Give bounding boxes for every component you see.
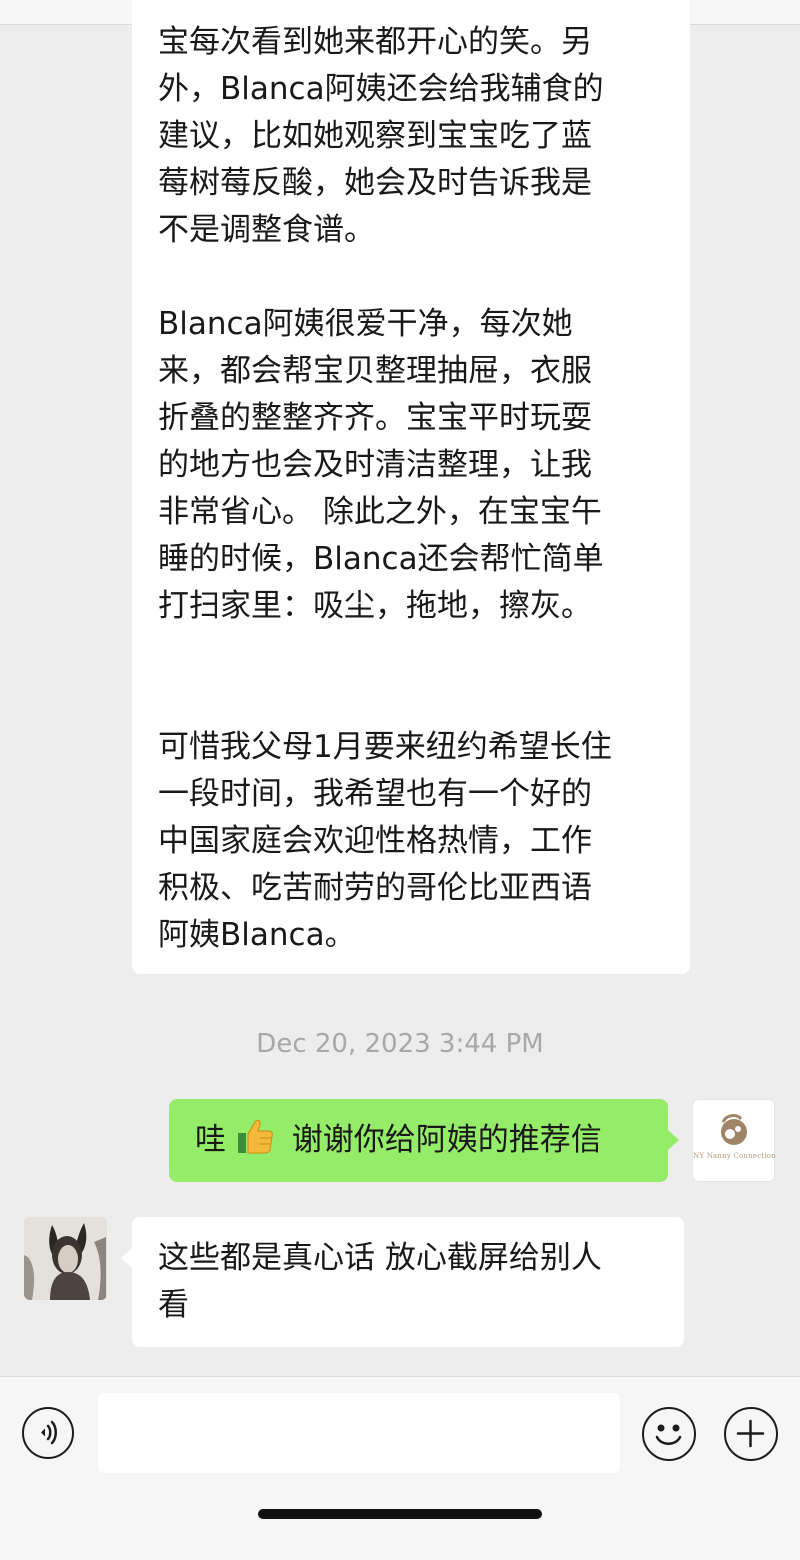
emoji-button[interactable] (642, 1407, 696, 1461)
sent-message-text: 谢谢你给阿姨的推荐信 (291, 1122, 602, 1158)
logo-icon (721, 1114, 747, 1145)
sent-message-bubble[interactable]: 哇 谢谢你给阿姨的推荐信 (169, 1099, 679, 1182)
plus-icon (736, 1419, 765, 1448)
emoji-icon (655, 1424, 682, 1445)
more-button[interactable] (724, 1407, 778, 1461)
contact-avatar[interactable] (24, 1217, 107, 1300)
message-input[interactable] (98, 1393, 620, 1473)
thumbs-up-icon (236, 1116, 276, 1156)
received-message-bubble-short[interactable]: 这些都是真心话 放心截屏给别人 看 (121, 1217, 684, 1347)
portrait-icon (24, 1217, 107, 1300)
self-avatar[interactable]: NY Nanny Connection (692, 1099, 776, 1182)
home-indicator (258, 1509, 542, 1519)
brand-name: NY Nanny Connection (693, 1152, 776, 1160)
voice-icon (41, 1420, 57, 1445)
sent-message-prefix: 哇 (195, 1122, 226, 1158)
voice-button[interactable] (22, 1407, 74, 1459)
input-bar (0, 1376, 800, 1560)
message-timestamp: Dec 20, 2023 3:44 PM (256, 1029, 544, 1059)
received-message-bubble[interactable]: 宝每次看到她来都开心的笑。另 外，Blanca阿姨还会给我辅食的 建议，比如她观… (132, 0, 690, 974)
